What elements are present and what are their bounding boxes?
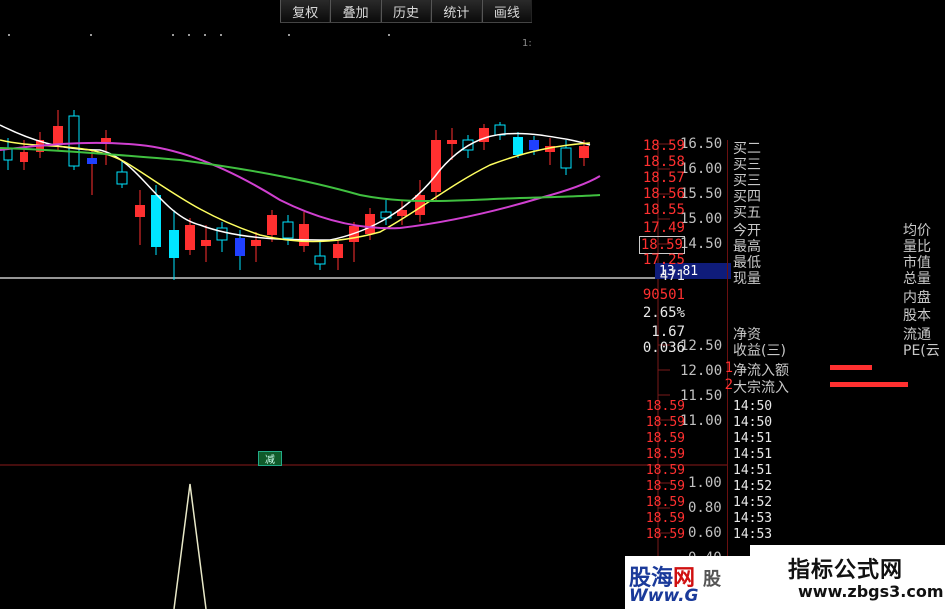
net-inflow-bar <box>830 365 872 370</box>
axis-label-main: 14.50 <box>680 236 723 252</box>
candle <box>216 222 228 252</box>
watermark-guhai: 股海网股 Www.G <box>625 556 750 609</box>
block-inflow-bar <box>830 382 908 387</box>
candle <box>201 225 211 262</box>
axis-label-main: 15.50 <box>680 186 723 202</box>
candle <box>299 212 309 252</box>
axis-label-main: 16.00 <box>680 161 723 177</box>
ma-line-green <box>0 147 601 203</box>
candle <box>101 130 111 165</box>
candle <box>333 240 343 270</box>
axis-label-main: 16.50 <box>680 136 723 152</box>
candlestick-chart[interactable] <box>0 0 945 609</box>
candle <box>349 222 359 262</box>
watermark-zbgs3-url: www.zbgs3.com <box>798 582 944 601</box>
indicator-line <box>173 483 207 609</box>
axis-label-volume: 12.00 <box>680 363 723 379</box>
axis-label-volume: 11.00 <box>680 413 723 429</box>
watermark-zbgs3: 指标公式网 www.zbgs3.com <box>750 545 945 609</box>
axis-label-indicator: 1.00 <box>688 475 722 491</box>
candles <box>3 110 589 280</box>
ma-line-yellow <box>0 139 591 243</box>
candle <box>87 150 97 195</box>
candle <box>431 130 441 200</box>
ma-line-magenta <box>0 141 601 230</box>
candle <box>68 110 80 170</box>
candle <box>135 190 145 245</box>
candle <box>169 210 179 280</box>
axis-label-volume: 12.50 <box>680 338 723 354</box>
axis-label-main: 15.00 <box>680 211 723 227</box>
candle <box>494 122 506 140</box>
axis-label-indicator: 0.60 <box>688 525 722 541</box>
indicator-tag[interactable]: 减 <box>258 451 282 466</box>
watermark-guhai-url: Www.G <box>629 586 699 606</box>
axis-label-indicator: 0.80 <box>688 500 722 516</box>
axis-label-volume: 11.50 <box>680 388 723 404</box>
watermark-zbgs3-title: 指标公式网 <box>788 558 904 583</box>
candle <box>151 185 161 255</box>
candle <box>545 138 555 165</box>
candle <box>314 240 326 270</box>
